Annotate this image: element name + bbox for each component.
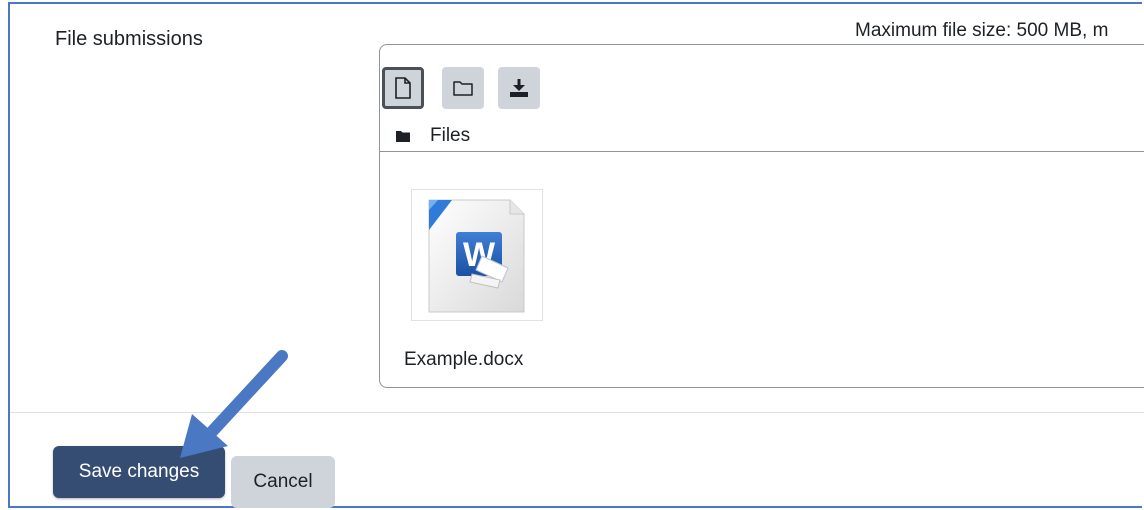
file-manager-divider — [380, 151, 1144, 152]
folder-icon — [453, 81, 473, 96]
breadcrumb: Files — [396, 125, 470, 147]
file-icon — [395, 77, 411, 99]
add-file-button[interactable] — [382, 67, 424, 109]
cancel-button[interactable]: Cancel — [231, 456, 335, 508]
breadcrumb-files[interactable]: Files — [430, 125, 470, 147]
download-icon — [510, 79, 528, 97]
file-thumbnail[interactable]: W — [411, 189, 543, 321]
file-submissions-label: File submissions — [55, 28, 203, 50]
word-document-icon: W — [428, 199, 525, 313]
pointer-arrow-icon — [180, 350, 288, 458]
folder-filled-icon — [396, 131, 410, 142]
create-folder-button[interactable] — [442, 67, 484, 109]
file-manager: Files W Example.docx — [379, 44, 1144, 388]
download-all-button[interactable] — [498, 67, 540, 109]
file-name[interactable]: Example.docx — [404, 349, 523, 371]
max-file-size-text: Maximum file size: 500 MB, m — [855, 20, 1109, 41]
